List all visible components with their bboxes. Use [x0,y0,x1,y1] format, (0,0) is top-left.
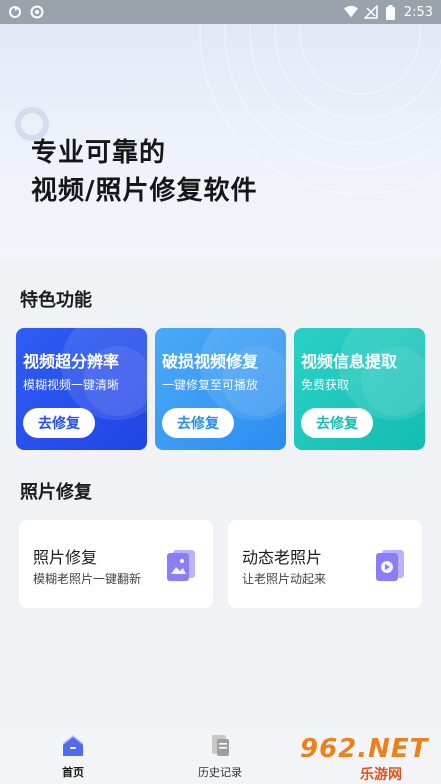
hero-title-line1: 专业可靠的 [31,138,167,168]
photo-repair-section-title: 照片修复 [20,482,92,503]
nav-item-home[interactable]: 首页 [33,732,113,780]
hero-banner: 专业可靠的 视频/照片修复软件 [0,24,441,260]
nav-label: 历史记录 [198,766,242,779]
status-time: 2:53 [403,4,433,20]
photo-card-subtitle: 模糊老照片一键翻新 [33,572,142,586]
nav-label: 首页 [62,766,84,779]
feature-card-broken-video-repair[interactable]: 破损视频修复 一键修复至可播放 去修复 [155,328,286,450]
repair-button[interactable]: 去修复 [162,408,234,438]
features-section-title: 特色功能 [20,290,92,311]
photo-card-photo-repair[interactable]: 照片修复 模糊老照片一键翻新 [19,520,213,608]
feature-card-video-info-extract[interactable]: 视频信息提取 免费获取 去修复 [294,328,425,450]
home-icon [63,735,83,756]
nav-item-history[interactable]: 历史记录 [180,732,260,780]
battery-icon [384,4,398,20]
hero-title-line2: 视频/照片修复软件 [31,176,258,206]
signal-off-icon [363,5,378,19]
target-icon [30,5,44,19]
feature-card-subtitle: 一键修复至可播放 [162,378,259,392]
photo-card-animated-old-photo[interactable]: 动态老照片 让老照片动起来 [228,520,422,608]
watermark-logo: 962.NET 乐游网 [300,726,440,784]
hero-title: 专业可靠的 视频/照片修复软件 [31,134,258,210]
watermark-text: 962.NET [300,734,429,764]
feature-card-subtitle: 模糊视频一键清晰 [23,378,120,392]
watermark-subtext: 乐游网 [360,767,402,783]
feature-card-title: 视频信息提取 [301,352,398,371]
sync-icon [8,5,22,19]
history-icon [212,735,229,756]
feature-card-subtitle: 免费获取 [301,378,350,392]
photo-card-title: 照片修复 [33,548,98,567]
feature-card-video-super-resolution[interactable]: 视频超分辨率 模糊视频一键清晰 去修复 [16,328,147,450]
status-bar: 2:53 [0,0,441,24]
repair-button[interactable]: 去修复 [23,408,95,438]
photo-card-title: 动态老照片 [242,548,323,567]
photo-card-subtitle: 让老照片动起来 [242,572,327,586]
wifi-icon [343,5,358,19]
feature-card-title: 视频超分辨率 [23,352,120,371]
photo-icon [167,550,195,581]
feature-card-title: 破损视频修复 [162,352,259,371]
video-photo-icon [376,550,404,581]
repair-button[interactable]: 去修复 [301,408,373,438]
